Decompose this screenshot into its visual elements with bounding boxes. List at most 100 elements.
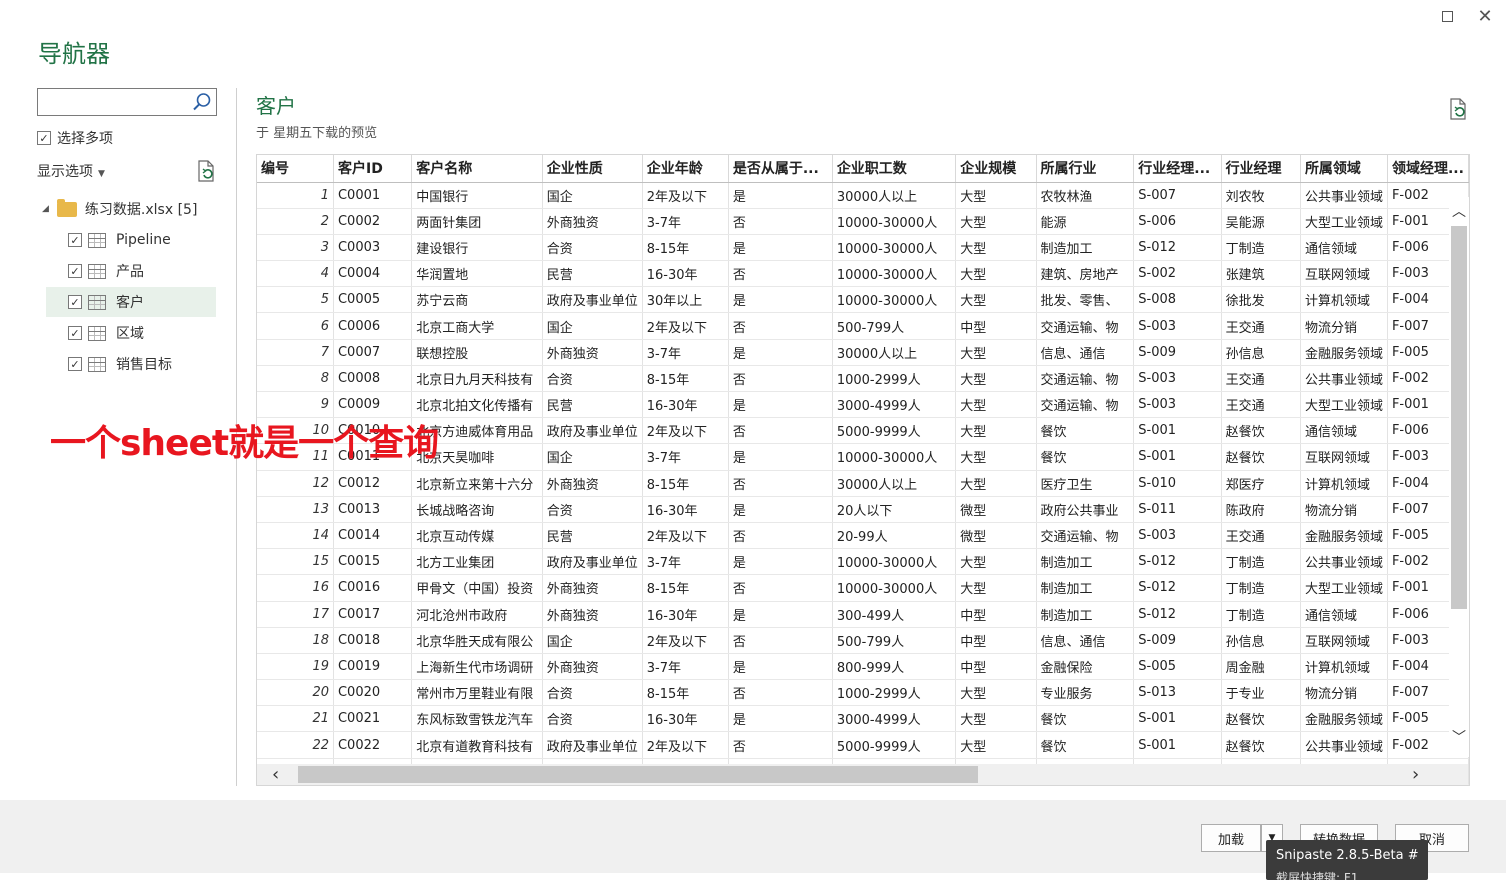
column-header[interactable]: 企业年龄 <box>642 155 729 183</box>
table-cell: 3-7年 <box>642 443 729 471</box>
column-header[interactable]: 行业经理... <box>1133 155 1222 183</box>
table-cell: 12 <box>257 470 334 497</box>
table-cell: 8-15年 <box>642 365 729 393</box>
multi-select-checkbox[interactable]: ✓ <box>37 131 51 145</box>
table-cell: 大型 <box>955 182 1037 209</box>
chevron-down-icon: ▼ <box>98 169 105 179</box>
column-header[interactable]: 行业经理 <box>1221 155 1301 183</box>
load-button[interactable]: 加载 <box>1201 824 1261 852</box>
table-cell: C0015 <box>333 548 413 576</box>
search-icon[interactable] <box>192 92 212 112</box>
table-cell: 大型 <box>955 731 1037 759</box>
table-cell: 陈政府 <box>1221 496 1301 523</box>
table-cell: 否 <box>728 208 833 235</box>
tree-item-region[interactable]: ✓ 区域 <box>46 318 216 348</box>
refresh-icon[interactable] <box>196 160 216 182</box>
multi-select-option[interactable]: ✓ 选择多项 <box>37 128 113 148</box>
table-cell: 国企 <box>542 627 643 654</box>
table-cell: 10000-30000人 <box>832 208 957 235</box>
table-cell: 于专业 <box>1221 679 1301 707</box>
column-header[interactable]: 企业性质 <box>542 155 643 183</box>
table-cell: 郑医疗 <box>1221 470 1301 497</box>
table-cell: 是 <box>728 653 833 681</box>
table-cell: 中型 <box>955 627 1037 654</box>
collapse-triangle-icon[interactable]: ◢ <box>42 204 49 214</box>
tree-item-pipeline[interactable]: ✓ Pipeline <box>46 225 216 255</box>
item-checkbox[interactable]: ✓ <box>68 295 82 309</box>
vertical-scroll-thumb[interactable] <box>1451 226 1467 609</box>
table-cell: 500-799人 <box>832 312 957 340</box>
table-cell: S-001 <box>1133 705 1222 733</box>
table-cell: 交通运输、物 <box>1036 365 1135 393</box>
table-cell: 计算机领域 <box>1300 286 1388 314</box>
tree-file-node[interactable]: ◢ 练习数据.xlsx [5] <box>42 198 197 219</box>
item-checkbox[interactable]: ✓ <box>68 264 82 278</box>
close-button[interactable]: ✕ <box>1474 6 1496 28</box>
table-cell: 是 <box>728 443 833 471</box>
tree-item-customers[interactable]: ✓ 客户 <box>46 287 216 317</box>
scroll-up-icon[interactable]: ︿ <box>1449 201 1469 221</box>
table-cell: 16-30年 <box>642 260 729 288</box>
tree-item-sales-target[interactable]: ✓ 销售目标 <box>46 349 216 379</box>
refresh-preview-icon[interactable] <box>1448 98 1468 120</box>
column-header[interactable]: 客户名称 <box>411 155 543 183</box>
table-cell: 交通运输、物 <box>1036 522 1135 550</box>
search-box[interactable] <box>37 88 217 116</box>
table-cell: 21 <box>257 705 334 733</box>
table-row: 1 C0001 中国银行 国企 2年及以下是 30000人以上 大型 农牧林渔 S-007 刘农牧… <box>257 182 1469 209</box>
tree-item-products[interactable]: ✓ 产品 <box>46 256 216 286</box>
table-cell: 公共事业领域 <box>1300 365 1388 393</box>
table-cell: 互联网领域 <box>1300 443 1388 471</box>
table-cell: 5 <box>257 286 334 314</box>
column-header[interactable]: 企业规模 <box>955 155 1037 183</box>
table-cell: 16-30年 <box>642 496 729 523</box>
horizontal-scroll-thumb[interactable] <box>298 766 978 783</box>
display-options-dropdown[interactable]: 显示选项 ▼ <box>37 161 105 181</box>
tree-item-label: Pipeline <box>116 232 171 248</box>
column-header[interactable]: 客户ID <box>333 155 413 183</box>
column-header[interactable]: 领域经理... <box>1387 155 1469 183</box>
table-cell: 大型 <box>955 548 1037 576</box>
table-cell: 餐饮 <box>1036 731 1135 759</box>
table-cell: 交通运输、物 <box>1036 391 1135 419</box>
search-input[interactable] <box>42 90 192 114</box>
table-cell: 是 <box>728 705 833 733</box>
table-cell: 张建筑 <box>1221 260 1301 288</box>
column-header[interactable]: 企业职工数 <box>832 155 957 183</box>
scroll-right-icon[interactable]: › <box>1412 764 1419 785</box>
table-cell: 否 <box>728 470 833 497</box>
item-checkbox[interactable]: ✓ <box>68 233 82 247</box>
table-cell: 北京华胜天成有限公 <box>411 627 543 654</box>
table-cell: 外商独资 <box>542 470 643 497</box>
scroll-left-icon[interactable]: ‹ <box>272 764 279 785</box>
tree-item-label: 销售目标 <box>116 357 172 373</box>
table-cell: S-008 <box>1133 286 1222 314</box>
table-cell: 外商独资 <box>542 653 643 681</box>
column-header[interactable]: 编号 <box>257 155 334 183</box>
table-cell: 物流分销 <box>1300 679 1388 707</box>
table-cell: S-012 <box>1133 601 1222 628</box>
preview-title: 客户 <box>256 94 296 118</box>
item-checkbox[interactable]: ✓ <box>68 326 82 340</box>
table-cell: 金融服务领域 <box>1300 522 1388 550</box>
scroll-down-icon[interactable]: ﹀ <box>1449 727 1469 747</box>
table-row: 15 C0015 北方工业集团 政府及事业单位 3-7年是 10000-30000人 大型制… <box>257 548 1469 576</box>
table-cell: 大型工业领域 <box>1300 391 1388 419</box>
table-cell: 北京有道教育科技有 <box>411 731 543 759</box>
table-cell: C0003 <box>333 234 413 262</box>
table-cell: 外商独资 <box>542 339 643 366</box>
table-cell: 1000-2999人 <box>832 679 957 707</box>
table-row: 18 C0018 北京华胜天成有限公 国企 2年及以下否 500-799人 中型 信息、通信 S… <box>257 627 1469 654</box>
table-cell: 中型 <box>955 653 1037 681</box>
preview-table-container[interactable]: 编号 客户ID 客户名称 企业性质 企业年龄 是否从属于... 企业职工数 企业规模 所属行业行… <box>256 154 1470 786</box>
table-cell: 2年及以下 <box>642 627 729 654</box>
maximize-button[interactable] <box>1436 6 1458 28</box>
table-cell: C0019 <box>333 653 413 681</box>
column-header[interactable]: 所属领域 <box>1300 155 1388 183</box>
table-cell: 丁制造 <box>1221 574 1301 602</box>
item-checkbox[interactable]: ✓ <box>68 357 82 371</box>
column-header[interactable]: 是否从属于... <box>728 155 833 183</box>
column-header[interactable]: 所属行业 <box>1036 155 1135 183</box>
table-cell: 金融服务领域 <box>1300 705 1388 733</box>
table-cell: 能源 <box>1036 208 1135 235</box>
